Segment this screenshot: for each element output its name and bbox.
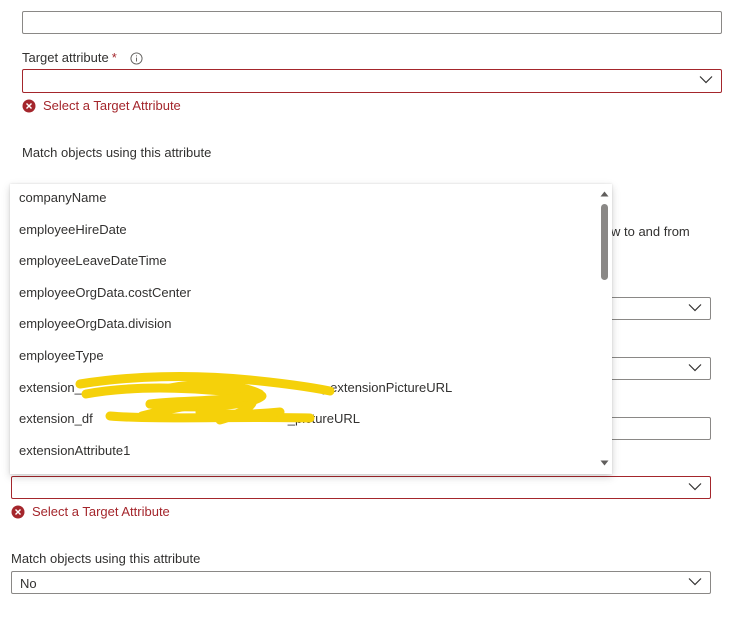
options-list: companyName employeeHireDate employeeLea…	[10, 184, 598, 466]
option-employee-hire-date[interactable]: employeeHireDate	[10, 214, 598, 246]
second-target-attribute-error: Select a Target Attribute	[11, 504, 170, 519]
option-company-name[interactable]: companyName	[10, 184, 598, 214]
chevron-down-icon	[688, 578, 702, 586]
option-employee-org-data-division[interactable]: employeeOrgData.division	[10, 308, 598, 340]
option-employee-org-data-cost-center[interactable]: employeeOrgData.costCenter	[10, 277, 598, 309]
match-objects-dropdown[interactable]: No	[11, 571, 711, 594]
option-extension-attribute-1[interactable]: extensionAttribute1	[10, 435, 598, 467]
scroll-down-arrow-icon[interactable]	[600, 460, 609, 466]
target-attribute-error: Select a Target Attribute	[22, 98, 181, 113]
chevron-down-icon	[688, 483, 702, 491]
options-scrollbar[interactable]	[598, 184, 612, 474]
option-employee-leave-date-time[interactable]: employeeLeaveDateTime	[10, 245, 598, 277]
scroll-up-arrow-icon[interactable]	[600, 191, 609, 197]
option-extension-picture-url[interactable]: extension_ _extensionPictureURL	[10, 372, 598, 404]
error-message: Select a Target Attribute	[32, 504, 170, 519]
option-extension-df-picture-url[interactable]: extension_df _pictureURL	[10, 403, 598, 435]
target-attribute-dropdown[interactable]	[22, 69, 722, 93]
error-icon	[22, 99, 36, 112]
required-marker: *	[111, 50, 117, 65]
match-objects-value: No	[20, 576, 37, 591]
chevron-down-icon	[688, 304, 702, 312]
info-icon[interactable]	[130, 52, 143, 65]
apply-description-text: w to and from	[611, 224, 690, 239]
target-attribute-label: Target attribute *	[22, 50, 117, 65]
scroll-thumb[interactable]	[601, 204, 608, 280]
option-employee-type[interactable]: employeeType	[10, 340, 598, 372]
error-icon	[11, 505, 25, 518]
second-target-attribute-dropdown[interactable]	[11, 476, 711, 499]
second-match-objects-label: Match objects using this attribute	[11, 551, 201, 566]
error-message: Select a Target Attribute	[43, 98, 181, 113]
source-value-input[interactable]	[22, 11, 722, 34]
chevron-down-icon	[699, 76, 713, 84]
attribute-options-popup: companyName employeeHireDate employeeLea…	[10, 184, 612, 474]
match-objects-label: Match objects using this attribute	[22, 145, 212, 160]
chevron-down-icon	[688, 364, 702, 372]
